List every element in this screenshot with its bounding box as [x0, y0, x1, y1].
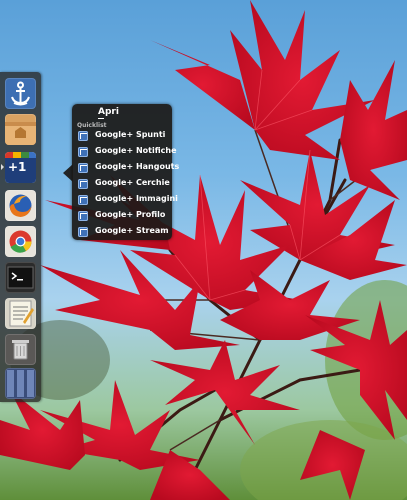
google-plus-small-icon: [78, 131, 88, 141]
chrome-icon[interactable]: [5, 226, 36, 257]
quicklist-item-cerchie[interactable]: Google+ Cerchie: [78, 177, 170, 191]
desktop-wallpaper: +1 Apri Quicklist Google+ Spunti Google+…: [0, 0, 407, 500]
quicklist-section-label: Quicklist: [77, 122, 107, 129]
quicklist-item-profilo[interactable]: Google+ Profilo: [78, 209, 170, 223]
quicklist-item-immagini[interactable]: Google+ Immagini: [78, 193, 178, 207]
quicklist-item-label: Google+ Immagini: [95, 194, 178, 203]
workspace-switcher-icon[interactable]: [5, 368, 36, 399]
anchor-app-icon[interactable]: [5, 78, 36, 109]
quicklist-item-hangouts[interactable]: Google+ Hangouts: [78, 161, 179, 175]
quicklist-open-item[interactable]: Apri: [98, 107, 119, 117]
quicklist-menu: Apri Quicklist Google+ Spunti Google+ No…: [72, 104, 179, 240]
trash-icon[interactable]: [5, 334, 36, 365]
google-plus-small-icon: [78, 163, 88, 173]
quicklist-item-notifiche[interactable]: Google+ Notifiche: [78, 145, 177, 159]
google-plus-small-icon: [78, 195, 88, 205]
quicklist-item-label: Google+ Stream: [95, 226, 169, 235]
quicklist-item-spunti[interactable]: Google+ Spunti: [78, 129, 170, 143]
google-plus-small-icon: [78, 211, 88, 221]
text-editor-icon[interactable]: [5, 298, 36, 329]
quicklist-item-label: Google+ Profilo: [95, 210, 166, 219]
maple-leaves-wallpaper: [0, 0, 407, 500]
quicklist-item-label: Google+ Cerchie: [95, 178, 170, 187]
quicklist-item-label: Google+ Hangouts: [95, 162, 180, 171]
google-plus-badge: +1: [8, 160, 27, 174]
active-app-indicator: [1, 164, 4, 170]
google-plus-small-icon: [78, 227, 88, 237]
quicklist-item-stream[interactable]: Google+ Stream: [78, 225, 170, 239]
quicklist-item-label: Google+ Notifiche: [95, 146, 177, 155]
google-plus-icon[interactable]: +1: [5, 152, 36, 183]
firefox-icon[interactable]: [5, 190, 36, 221]
home-folder-icon[interactable]: [5, 114, 36, 145]
terminal-icon[interactable]: [5, 262, 36, 293]
quicklist-item-label: Google+ Spunti: [95, 130, 166, 139]
google-plus-small-icon: [78, 179, 88, 189]
google-plus-small-icon: [78, 147, 88, 157]
unity-launcher: +1: [0, 72, 41, 402]
mnemonic-underline: [98, 118, 104, 119]
